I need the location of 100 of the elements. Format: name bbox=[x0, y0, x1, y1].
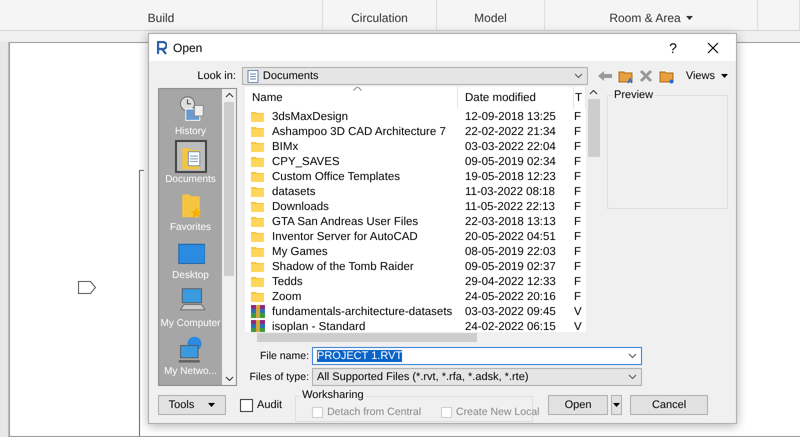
file-row[interactable]: GTA San Andreas User Files bbox=[245, 214, 458, 229]
ribbon-panel-label: Build bbox=[148, 11, 174, 25]
folder-icon bbox=[250, 229, 266, 244]
file-row[interactable]: Inventor Server for AutoCAD bbox=[245, 229, 458, 244]
file-row[interactable]: Tedds bbox=[245, 274, 458, 289]
preview-label: Preview bbox=[613, 89, 654, 101]
date-cell-text: 09-05-2019 02:37 bbox=[464, 260, 557, 272]
date-cell-text: 08-05-2019 22:03 bbox=[464, 246, 557, 258]
date-cell-text: 29-04-2022 12:33 bbox=[464, 276, 557, 288]
open-button[interactable]: Open bbox=[548, 395, 608, 415]
archive-icon bbox=[250, 319, 266, 332]
type-cell-text: F bbox=[574, 156, 582, 168]
date-cell-text: 24-05-2022 20:16 bbox=[464, 290, 557, 302]
back-arrow-icon[interactable] bbox=[598, 70, 612, 82]
caret-icon bbox=[208, 403, 216, 407]
chevron-down-icon bbox=[628, 353, 637, 359]
tools-button[interactable]: Tools bbox=[158, 395, 226, 415]
ribbon-panel-label: Room & Area bbox=[609, 11, 681, 25]
date-cell-text: 03-03-2022 22:04 bbox=[464, 140, 557, 152]
file-row[interactable]: Ashampoo 3D CAD Architecture 7 bbox=[245, 124, 458, 139]
date-cell-text: 19-05-2018 12:23 bbox=[464, 170, 557, 182]
chevron-down-icon bbox=[574, 73, 583, 79]
views-menu-button[interactable]: Views bbox=[680, 70, 728, 82]
audit-checkbox[interactable]: Audit bbox=[240, 398, 282, 412]
chevron-down-icon bbox=[628, 374, 637, 380]
room-tag-icon bbox=[78, 281, 96, 294]
file-row[interactable]: 3dsMaxDesign bbox=[245, 109, 458, 124]
file-row[interactable]: Shadow of the Tomb Raider bbox=[245, 259, 458, 274]
date-cell-text: 11-03-2022 08:18 bbox=[464, 186, 556, 198]
new-folder-icon[interactable] bbox=[658, 68, 674, 84]
worksharing-label: Worksharing bbox=[300, 389, 366, 401]
folder-icon bbox=[250, 169, 266, 184]
files-of-type-dropdown[interactable]: All Supported Files (*.rvt, *.rfa, *.adsk, *.rte) bbox=[312, 368, 642, 386]
ribbon-panel-label: Circulation bbox=[351, 11, 408, 25]
date-cell-text: 11-05-2022 22:13 bbox=[464, 200, 556, 212]
globe-computer-icon bbox=[176, 334, 204, 362]
date-cell-text: 12-09-2018 13:25 bbox=[464, 110, 557, 122]
dialog-title: Open bbox=[173, 40, 202, 54]
scrollbar[interactable] bbox=[222, 89, 236, 385]
folder-icon bbox=[250, 289, 266, 304]
folder-icon bbox=[250, 139, 266, 154]
files-of-type-label: Files of type: bbox=[248, 371, 309, 383]
folder-icon bbox=[250, 199, 266, 214]
scrollbar-thumb[interactable] bbox=[224, 102, 234, 276]
chevron-up-icon bbox=[589, 89, 598, 95]
type-cell-text: V bbox=[574, 320, 583, 332]
file-row[interactable]: Downloads bbox=[245, 199, 458, 214]
cancel-button[interactable]: Cancel bbox=[630, 395, 708, 415]
date-cell-text: 20-05-2022 04:51 bbox=[464, 230, 557, 242]
folder-icon bbox=[250, 274, 266, 289]
file-name-field[interactable]: PROJECT 1.RVT bbox=[312, 347, 642, 365]
file-name-label: File name: bbox=[258, 350, 309, 362]
file-row[interactable]: Custom Office Templates bbox=[245, 169, 458, 184]
file-row[interactable]: CPY_SAVES bbox=[245, 154, 458, 169]
folder-icon bbox=[250, 244, 266, 259]
file-row[interactable]: isoplan - Standard bbox=[245, 319, 458, 332]
folder-icon bbox=[250, 184, 266, 199]
folder-icon bbox=[250, 109, 266, 124]
scrollbar-thumb[interactable] bbox=[588, 99, 600, 157]
type-cell-text: F bbox=[574, 230, 582, 242]
chevron-down-icon bbox=[224, 376, 234, 382]
type-cell-text: F bbox=[574, 290, 582, 302]
file-row[interactable]: BIMx bbox=[245, 139, 458, 154]
type-cell-text: F bbox=[574, 170, 582, 182]
type-cell-text: F bbox=[574, 260, 582, 272]
document-icon bbox=[246, 70, 259, 82]
ribbon-panel-label: Model bbox=[474, 11, 507, 25]
type-cell-text: F bbox=[574, 126, 582, 138]
revit-logo-icon bbox=[157, 40, 167, 54]
folder-icon bbox=[250, 124, 266, 139]
type-cell-text: F bbox=[574, 140, 582, 152]
folder-up-icon[interactable] bbox=[618, 68, 633, 84]
folder-icon bbox=[250, 154, 266, 169]
file-row[interactable]: Zoom bbox=[245, 289, 458, 304]
column-header[interactable]: Date modified bbox=[458, 87, 574, 109]
type-cell-text: F bbox=[574, 246, 582, 258]
folder-icon bbox=[250, 214, 266, 229]
date-cell-text: 09-05-2019 02:34 bbox=[464, 156, 557, 168]
type-cell-text: F bbox=[574, 110, 582, 122]
column-header[interactable]: Name bbox=[245, 87, 458, 109]
close-icon bbox=[707, 42, 719, 54]
scrollbar-thumb[interactable] bbox=[257, 333, 477, 342]
delete-icon[interactable] bbox=[638, 69, 653, 83]
type-cell-text: F bbox=[574, 186, 582, 198]
chevron-up-icon bbox=[224, 92, 234, 98]
file-row[interactable]: fundamentals-architecture-datasets bbox=[245, 304, 458, 319]
type-cell-text: V bbox=[574, 306, 583, 318]
help-button[interactable]: ? bbox=[656, 34, 690, 61]
archive-icon bbox=[250, 304, 266, 319]
open-options-button[interactable] bbox=[611, 395, 622, 415]
date-cell-text: 22-02-2022 21:34 bbox=[464, 126, 557, 138]
look-in-dropdown[interactable]: Documents bbox=[242, 67, 588, 85]
caret-icon bbox=[613, 403, 620, 407]
type-cell-text: F bbox=[574, 216, 582, 228]
date-cell-text: 03-03-2022 09:45 bbox=[464, 306, 557, 318]
file-row[interactable]: My Games bbox=[245, 244, 458, 259]
file-row[interactable]: datasets bbox=[245, 184, 458, 199]
folder-icon bbox=[250, 259, 266, 274]
look-in-label: Look in: bbox=[196, 70, 236, 82]
type-cell-text: F bbox=[574, 276, 582, 288]
